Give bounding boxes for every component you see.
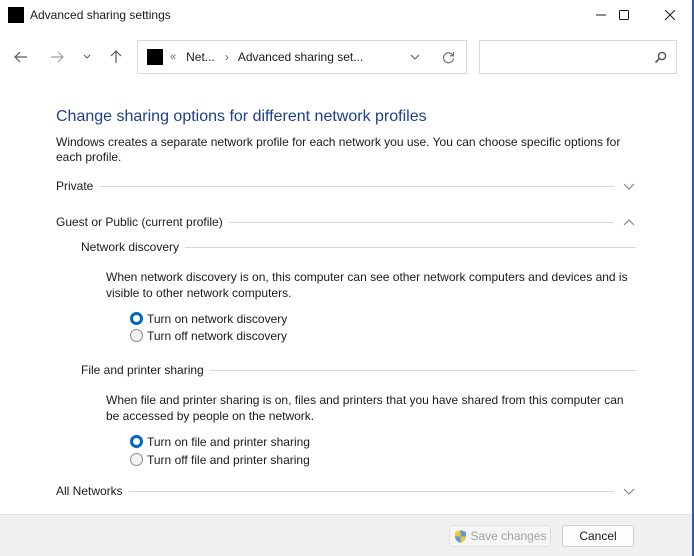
profile-all-networks-header[interactable]: All Networks (56, 483, 636, 499)
breadcrumb-network[interactable]: Net... (186, 50, 215, 64)
save-changes-label: Save changes (470, 529, 547, 543)
radio-label: Turn on network discovery (147, 311, 288, 326)
radio-file-sharing-on[interactable]: Turn on file and printer sharing (130, 433, 310, 450)
section-title: File and printer sharing (81, 363, 204, 377)
maximize-button[interactable] (601, 0, 647, 30)
forward-arrow-icon (51, 51, 64, 63)
radio-button[interactable] (130, 329, 143, 342)
window-title: Advanced sharing settings (30, 8, 171, 22)
radio-file-sharing-off[interactable]: Turn off file and printer sharing (130, 451, 310, 468)
divider (99, 185, 614, 187)
radio-button-selected[interactable] (130, 312, 143, 325)
profile-label: Private (56, 179, 94, 193)
search-input[interactable] (486, 47, 646, 67)
profile-label: Guest or Public (current profile) (56, 215, 223, 229)
recent-locations-button[interactable] (75, 45, 99, 69)
breadcrumb-separator: › (224, 50, 229, 64)
chevron-down-icon (623, 183, 635, 190)
profile-label: All Networks (56, 484, 123, 498)
refresh-button[interactable] (442, 51, 455, 64)
radio-network-discovery-on[interactable]: Turn on network discovery (130, 310, 287, 327)
refresh-icon (443, 51, 455, 63)
app-icon (8, 7, 24, 23)
chevron-down-icon (623, 488, 635, 495)
location-icon (147, 49, 163, 65)
divider (185, 246, 636, 248)
profile-private-header[interactable]: Private (56, 178, 636, 194)
breadcrumb-advanced-sharing[interactable]: Advanced sharing set... (238, 50, 363, 64)
page-heading: Change sharing options for different net… (56, 108, 427, 125)
back-button[interactable] (9, 45, 33, 69)
uac-shield-icon (455, 529, 467, 543)
save-changes-button[interactable]: Save changes (449, 525, 551, 547)
radio-label: Turn off network discovery (147, 328, 288, 343)
divider (128, 490, 614, 492)
section-title: Network discovery (81, 240, 180, 254)
file-printer-sharing-description: When file and printer sharing is on, fil… (106, 393, 624, 423)
network-discovery-header: Network discovery (81, 239, 636, 255)
up-arrow-icon (110, 50, 122, 63)
network-discovery-description: When network discovery is on, this compu… (106, 270, 628, 300)
radio-button[interactable] (130, 453, 143, 466)
search-box[interactable] (479, 40, 677, 74)
chevron-up-icon (623, 218, 635, 225)
overflow-breadcrumb[interactable]: « (170, 51, 176, 63)
radio-label: Turn off file and printer sharing (147, 452, 310, 467)
address-dropdown-button[interactable] (410, 54, 420, 60)
cancel-button[interactable]: Cancel (562, 525, 634, 547)
divider (228, 221, 614, 223)
close-button[interactable] (647, 0, 693, 30)
chevron-down-icon (410, 54, 420, 60)
search-icon (654, 51, 667, 64)
divider (209, 369, 636, 371)
forward-button[interactable] (45, 45, 69, 69)
radio-network-discovery-off[interactable]: Turn off network discovery (130, 327, 287, 344)
maximize-icon (619, 10, 629, 20)
radio-button-selected[interactable] (130, 435, 143, 448)
up-button[interactable] (104, 45, 128, 69)
expand-button[interactable] (622, 484, 636, 498)
chevron-down-icon (83, 54, 91, 59)
address-bar[interactable]: « Net... › Advanced sharing set... (137, 40, 467, 74)
file-printer-sharing-header: File and printer sharing (81, 362, 636, 378)
page-description: Windows creates a separate network profi… (56, 135, 621, 164)
radio-label: Turn on file and printer sharing (147, 434, 310, 449)
close-icon (665, 10, 675, 20)
expand-button[interactable] (622, 179, 636, 193)
back-arrow-icon (14, 51, 27, 63)
profile-public-header[interactable]: Guest or Public (current profile) (56, 214, 636, 230)
collapse-button[interactable] (622, 215, 636, 229)
